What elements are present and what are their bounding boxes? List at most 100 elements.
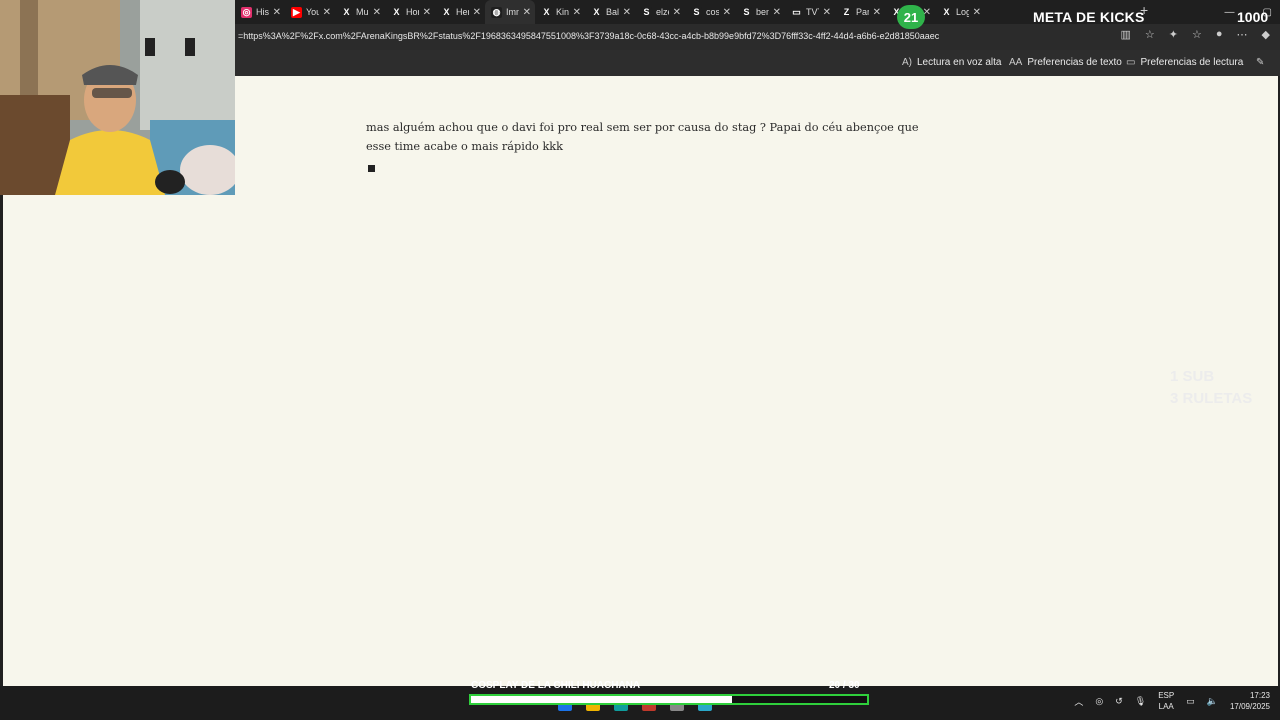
close-icon[interactable]: ✕ <box>873 7 881 18</box>
clock-time: 17:23 <box>1249 691 1270 700</box>
close-icon[interactable]: ✕ <box>373 7 381 18</box>
meta-kicks-label: META DE KICKS <box>1033 9 1145 25</box>
system-tray: ︿ ◎ ↺ 🎙 ESP LAA ▭ 🔈 17:23 17/09/2025 <box>1074 690 1270 712</box>
x-icon: X <box>441 6 452 18</box>
clock[interactable]: 17:23 17/09/2025 <box>1230 690 1270 712</box>
volume-icon[interactable]: 🔈 <box>1207 696 1218 707</box>
tab-3[interactable]: X Hom ✕ <box>385 0 435 24</box>
tab-12[interactable]: Z Park ✕ <box>835 0 885 24</box>
favorite-star-icon[interactable]: ☆ <box>1145 28 1155 41</box>
tab-label: Imm <box>506 7 519 17</box>
pin-button[interactable]: ✎ <box>1256 57 1264 68</box>
instagram-icon: ◎ <box>241 6 252 18</box>
tab-label: Balle <box>606 7 619 17</box>
tab-11[interactable]: ▭ TVTC ✕ <box>785 0 835 24</box>
webcam-image <box>0 0 235 195</box>
tab-0[interactable]: ◎ Hist ✕ <box>235 0 285 24</box>
ghost-line-2: 3 RULETAS <box>1170 390 1253 407</box>
close-icon[interactable]: ✕ <box>523 7 531 18</box>
spiral-icon: S <box>691 6 702 18</box>
meta-kicks-count: 1000 <box>1237 9 1269 25</box>
close-icon[interactable]: ✕ <box>973 7 981 18</box>
ghost-line-1: 1 SUB <box>1170 368 1215 385</box>
tab-label: King <box>556 7 569 17</box>
tab-label: cosm <box>706 7 719 17</box>
webcam-overlay <box>0 0 235 195</box>
read-aloud-icon: A) <box>902 57 912 68</box>
microphone-icon[interactable]: 🎙 <box>1135 696 1146 707</box>
list-bullet <box>368 165 375 172</box>
text-preferences-label: Preferencias de texto <box>1027 57 1122 68</box>
close-icon[interactable]: ✕ <box>773 7 781 18</box>
reading-preferences-button[interactable]: ▭ Preferencias de lectura <box>1126 57 1243 68</box>
read-aloud-label: Lectura en voz alta <box>917 57 1002 68</box>
kick-counter-badge: 21 <box>897 5 925 29</box>
close-icon[interactable]: ✕ <box>673 7 681 18</box>
tab-label: TVTC <box>806 7 819 17</box>
language-indicator[interactable]: ESP LAA <box>1158 690 1174 712</box>
x-icon: X <box>391 6 402 18</box>
extensions-icon[interactable]: ✦ <box>1169 28 1178 41</box>
display-icon[interactable]: ▭ <box>1186 696 1195 707</box>
ghost-overlay-text: 1 SUB 3 RULETAS <box>1170 366 1252 410</box>
tab-label: Henr <box>456 7 469 17</box>
x-icon: X <box>541 6 552 18</box>
language-bottom: LAA <box>1158 702 1174 711</box>
tab-label: Park <box>856 7 869 17</box>
tab-label: Mun <box>356 7 369 17</box>
close-icon[interactable]: ✕ <box>273 7 281 18</box>
spiral-icon: S <box>741 6 752 18</box>
language-top: ESP <box>1158 691 1175 700</box>
tab-label: Hist <box>256 7 269 17</box>
cosplay-goal-count: 20 / 30 <box>829 680 860 691</box>
text-size-icon: AA <box>1009 57 1023 68</box>
copilot-icon[interactable]: ◆ <box>1262 28 1270 41</box>
tab-8[interactable]: Selzei ✕ <box>635 0 685 24</box>
tab-label: YouT <box>306 7 319 17</box>
tab-2[interactable]: X Mun ✕ <box>335 0 385 24</box>
tab-5[interactable]: ◍ Imm ✕ <box>485 0 535 24</box>
z-icon: Z <box>841 6 852 18</box>
close-icon[interactable]: ✕ <box>723 7 731 18</box>
text-preferences-button[interactable]: AA Preferencias de texto <box>1009 57 1122 68</box>
tab-label: Hom <box>406 7 419 17</box>
tab-6[interactable]: X King ✕ <box>535 0 585 24</box>
network-app-icon[interactable]: ◎ <box>1095 696 1103 707</box>
cosplay-goal-label: COSPLAY DE LA CHILI HUACHANA <box>471 680 641 691</box>
chevron-up-icon[interactable]: ︿ <box>1074 695 1083 708</box>
close-icon[interactable]: ✕ <box>573 7 581 18</box>
read-aloud-button[interactable]: A) Lectura en voz alta <box>902 57 1002 68</box>
x-icon: X <box>341 6 352 18</box>
favorites-icon[interactable]: ☆ <box>1192 28 1202 41</box>
youtube-icon: ▶ <box>291 6 302 18</box>
reader-mode-icon[interactable]: ▥ <box>1121 28 1131 41</box>
tab-7[interactable]: X Balle ✕ <box>585 0 635 24</box>
tab-9[interactable]: Scosm ✕ <box>685 0 735 24</box>
close-icon[interactable]: ✕ <box>473 7 481 18</box>
spiral-icon: S <box>641 6 652 18</box>
minimize-icon[interactable]: — <box>1225 7 1235 18</box>
cosplay-progress-fill <box>471 696 733 703</box>
tab-10[interactable]: Sbenj ✕ <box>735 0 785 24</box>
sync-icon[interactable]: ↺ <box>1115 696 1123 707</box>
menu-icon[interactable]: ⋯ <box>1237 28 1248 41</box>
clock-date: 17/09/2025 <box>1229 702 1270 711</box>
tab-label: elzei <box>656 7 669 17</box>
globe-icon: ◍ <box>491 6 502 18</box>
close-icon[interactable]: ✕ <box>823 7 831 18</box>
close-icon[interactable]: ✕ <box>323 7 331 18</box>
tab-4[interactable]: X Henr ✕ <box>435 0 485 24</box>
close-icon[interactable]: ✕ <box>423 7 431 18</box>
url-text[interactable]: =https%3A%2F%2Fx.com%2FArenaKingsBR%2Fst… <box>238 31 939 41</box>
cosplay-progress-bar <box>469 694 869 705</box>
tab-1[interactable]: ▶ YouT ✕ <box>285 0 335 24</box>
close-icon[interactable]: ✕ <box>623 7 631 18</box>
x-icon: X <box>941 6 952 18</box>
address-icons: ▥ ☆ ✦ ☆ ● ⋯ ◆ <box>1121 28 1271 41</box>
reading-prefs-icon: ▭ <box>1126 57 1136 68</box>
pin-icon: ✎ <box>1256 57 1265 68</box>
tab-label: Log <box>956 7 969 17</box>
tab-14[interactable]: X Log ✕ <box>935 0 985 24</box>
profile-avatar-icon[interactable]: ● <box>1216 28 1223 41</box>
post-text: mas alguém achou que o davi foi pro real… <box>366 121 919 153</box>
